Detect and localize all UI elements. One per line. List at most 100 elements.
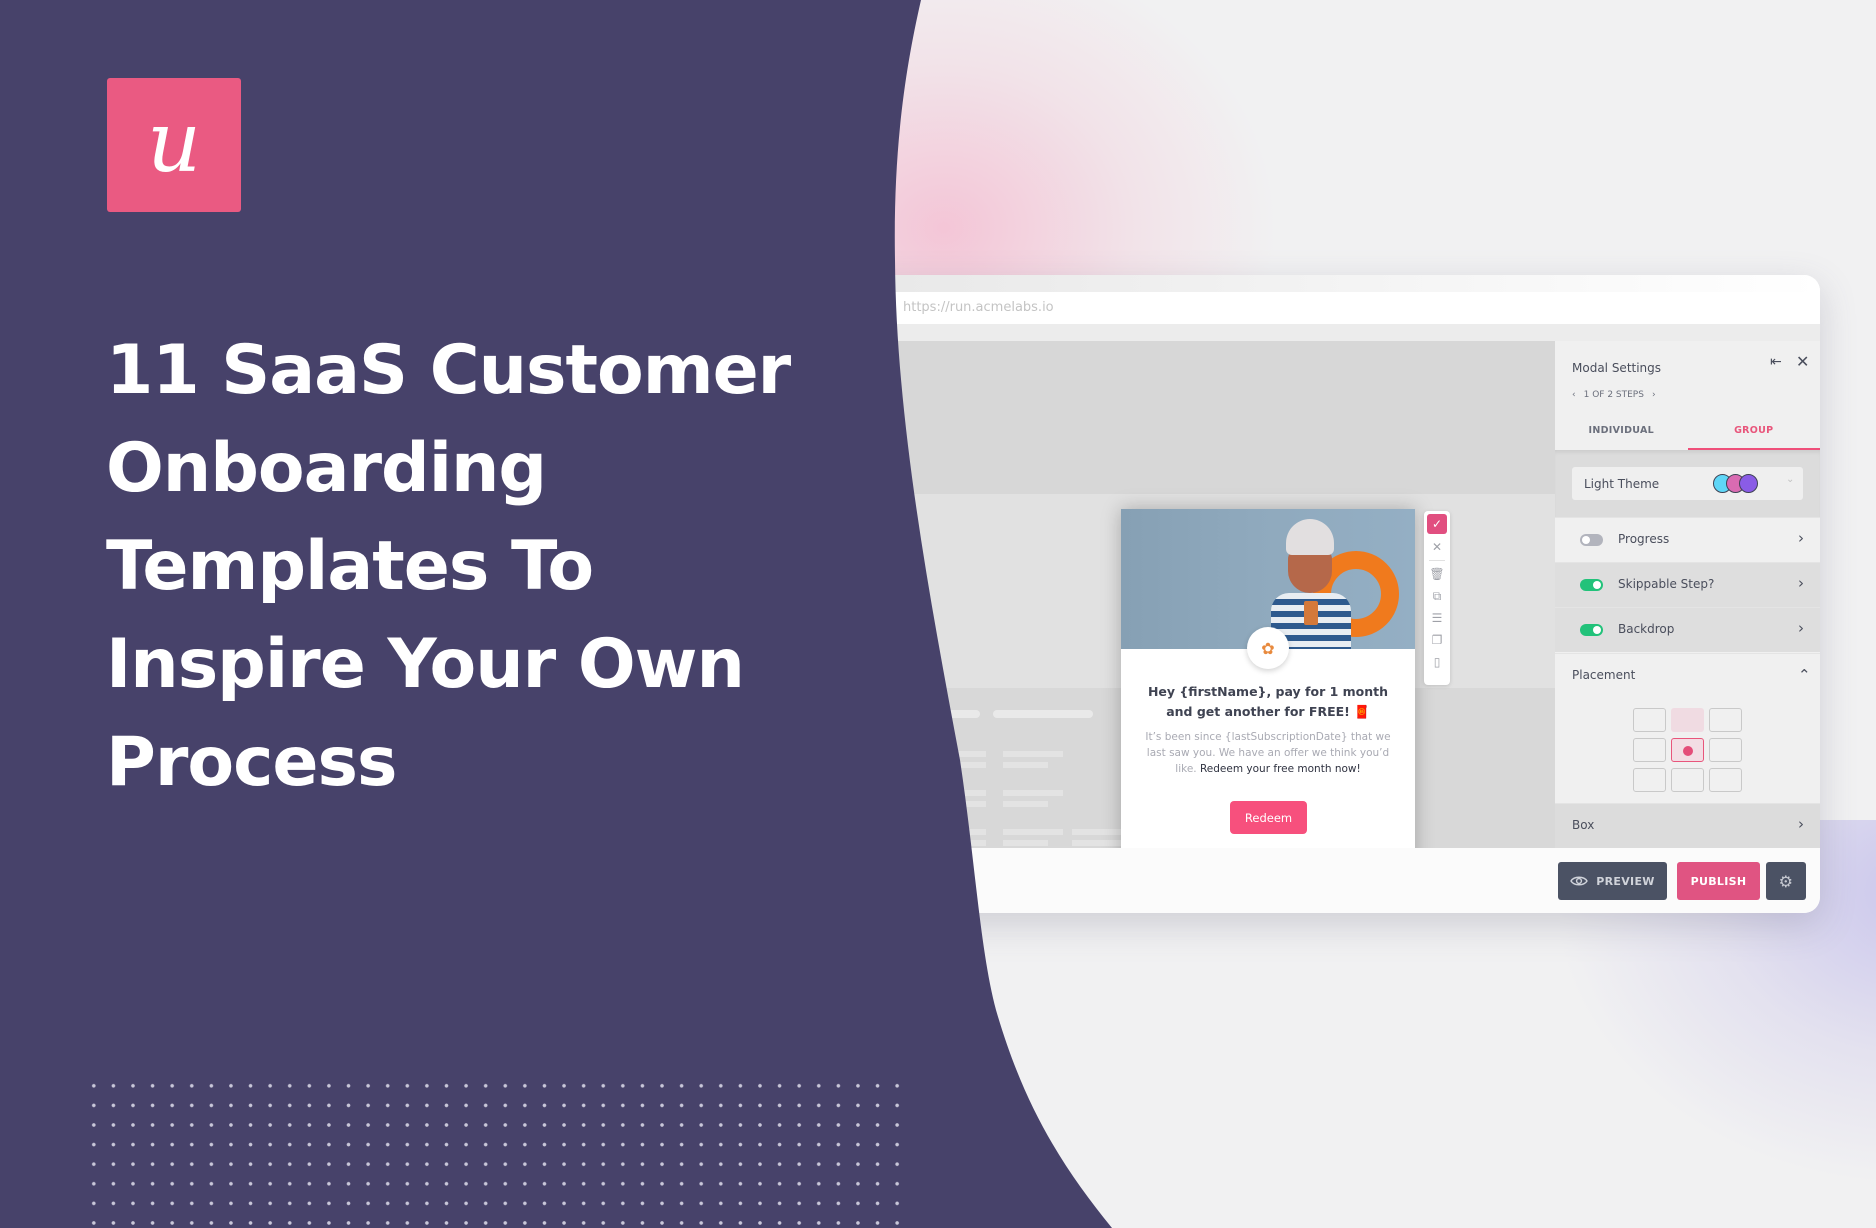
step-navigator: ‹ 1 OF 2 STEPS › bbox=[1572, 390, 1656, 400]
placement-middle-left[interactable] bbox=[1633, 738, 1666, 762]
modal-headline: Hey {firstName}, pay for 1 month and get… bbox=[1121, 682, 1415, 722]
placement-middle-center[interactable] bbox=[1671, 738, 1704, 762]
setting-row-skippable[interactable]: Skippable Step? › bbox=[1555, 562, 1820, 607]
editor-footer bbox=[860, 848, 1820, 913]
placement-top-right[interactable] bbox=[1709, 708, 1742, 732]
chevron-right-icon: › bbox=[1798, 529, 1804, 547]
chevron-right-icon[interactable]: › bbox=[1652, 390, 1656, 400]
theme-select-value: Light Theme bbox=[1584, 477, 1660, 491]
swim-cap-shape bbox=[1286, 519, 1334, 555]
placement-bottom-center[interactable] bbox=[1671, 768, 1704, 792]
progress-toggle[interactable] bbox=[1580, 534, 1603, 546]
title-line: Onboarding bbox=[106, 429, 547, 508]
box-label: Box bbox=[1572, 818, 1595, 832]
browser-toolbar bbox=[860, 324, 1820, 341]
theme-select[interactable]: Light Theme ⌄ bbox=[1572, 467, 1803, 500]
placement-top-left[interactable] bbox=[1633, 708, 1666, 732]
step-indicator: 1 OF 2 STEPS bbox=[1583, 390, 1644, 400]
placeholder-line bbox=[920, 762, 986, 768]
placeholder-bar bbox=[900, 710, 980, 718]
modal-headline-line: Hey {firstName}, pay for 1 month bbox=[1147, 684, 1389, 699]
tab-individual[interactable]: INDIVIDUAL bbox=[1555, 413, 1688, 450]
publish-button[interactable]: PUBLISH bbox=[1677, 862, 1760, 900]
close-icon[interactable]: ✕ bbox=[1796, 352, 1809, 371]
modal-body-emphasis: Redeem your free month now! bbox=[1199, 763, 1361, 775]
gift-confetti-icon: ✿ bbox=[1247, 627, 1289, 669]
placeholder-line bbox=[920, 829, 986, 835]
settings-button[interactable]: ⚙ bbox=[1766, 862, 1806, 900]
page-canvas: ✿ Hey {firstName}, pay for 1 month and g… bbox=[860, 341, 1555, 868]
placeholder-line bbox=[920, 801, 986, 807]
chevron-right-icon: › bbox=[1798, 815, 1804, 833]
placement-middle-right[interactable] bbox=[1709, 738, 1742, 762]
setting-label: Progress bbox=[1618, 532, 1670, 546]
trash-icon[interactable]: 🗑︎ bbox=[1427, 563, 1447, 585]
setting-row-backdrop[interactable]: Backdrop › bbox=[1555, 607, 1820, 652]
placeholder-line bbox=[1003, 829, 1063, 835]
placement-top-center[interactable] bbox=[1671, 708, 1704, 732]
toolbar-divider bbox=[1429, 560, 1445, 561]
skippable-toggle[interactable] bbox=[1580, 579, 1603, 591]
logo-letter: u bbox=[146, 93, 202, 191]
setting-row-progress[interactable]: Progress › bbox=[1555, 517, 1820, 562]
setting-label: Backdrop bbox=[1618, 622, 1675, 636]
panel-title: Modal Settings bbox=[1572, 361, 1662, 375]
duplicate-icon[interactable]: ⧉ bbox=[1427, 585, 1447, 607]
placement-bottom-left[interactable] bbox=[1633, 768, 1666, 792]
dot-pattern bbox=[84, 1076, 904, 1228]
settings-tabs: INDIVIDUAL GROUP bbox=[1555, 413, 1820, 450]
url-text: https://run.acmelabs.io bbox=[903, 300, 1054, 315]
placement-grid bbox=[1633, 708, 1742, 792]
placeholder-line bbox=[1003, 790, 1063, 796]
copy-icon[interactable]: ❐ bbox=[1427, 629, 1447, 651]
placeholder-line bbox=[1003, 840, 1048, 846]
modal-preview[interactable]: ✿ Hey {firstName}, pay for 1 month and g… bbox=[1121, 509, 1415, 868]
check-icon[interactable]: ✓ bbox=[1427, 514, 1447, 534]
tab-group[interactable]: GROUP bbox=[1687, 413, 1820, 450]
placeholder-line bbox=[920, 751, 986, 757]
browser-tab-bar bbox=[860, 275, 1820, 292]
preview-label: PREVIEW bbox=[1596, 874, 1655, 888]
title-line: Templates To bbox=[106, 527, 594, 606]
placeholder-hero bbox=[860, 341, 1555, 494]
modal-settings-panel: Modal Settings ⇤ ✕ ‹ 1 OF 2 STEPS › INDI… bbox=[1555, 341, 1820, 848]
chevron-right-icon: › bbox=[1798, 619, 1804, 637]
gear-icon: ⚙ bbox=[1778, 871, 1794, 891]
drink-cup-shape bbox=[1304, 601, 1318, 625]
setting-row-box[interactable]: Box › bbox=[1555, 803, 1820, 848]
collapse-panel-icon[interactable]: ⇤ bbox=[1770, 354, 1782, 370]
face-shape bbox=[1288, 549, 1332, 593]
placement-bottom-right[interactable] bbox=[1709, 768, 1742, 792]
chevron-up-icon: ⌃ bbox=[1798, 666, 1811, 684]
title-line: 11 SaaS Customer bbox=[106, 331, 791, 410]
modal-body-text: It’s been since {lastSubscriptionDate} t… bbox=[1135, 729, 1401, 777]
placeholder-line bbox=[920, 790, 986, 796]
browser-window: https://run.acmelabs.io ✿ Hey {firstName… bbox=[860, 275, 1820, 913]
preview-button[interactable]: PREVIEW bbox=[1558, 862, 1667, 900]
backdrop-toggle[interactable] bbox=[1580, 624, 1603, 636]
eye-icon bbox=[1570, 876, 1589, 886]
setting-label: Skippable Step? bbox=[1618, 577, 1715, 591]
placement-label: Placement bbox=[1572, 668, 1636, 682]
placeholder-bar bbox=[993, 710, 1093, 718]
placeholder-line bbox=[1003, 762, 1048, 768]
chevron-down-icon: ⌄ bbox=[1786, 474, 1795, 485]
close-icon[interactable]: ✕ bbox=[1427, 536, 1447, 558]
placeholder-line bbox=[920, 840, 986, 846]
title-line: Process bbox=[106, 723, 397, 802]
address-bar[interactable]: https://run.acmelabs.io bbox=[860, 292, 1820, 324]
userpilot-logo: u bbox=[107, 78, 241, 212]
theme-swatch bbox=[1739, 474, 1758, 493]
title-line: Inspire Your Own bbox=[106, 625, 745, 704]
bookmark-icon[interactable]: ▯ bbox=[1427, 651, 1447, 673]
page-title: 11 SaaS Customer Onboarding Templates To… bbox=[106, 322, 826, 812]
theme-section: Light Theme ⌄ bbox=[1555, 450, 1820, 517]
redeem-button[interactable]: Redeem bbox=[1230, 801, 1307, 834]
element-toolbar: ✓ ✕ 🗑︎ ⧉ ☰ ❐ ▯ bbox=[1424, 511, 1450, 685]
placement-header[interactable]: Placement ⌃ bbox=[1555, 653, 1820, 698]
chevron-left-icon[interactable]: ‹ bbox=[1572, 390, 1576, 400]
placeholder-line bbox=[1003, 751, 1063, 757]
chevron-right-icon: › bbox=[1798, 574, 1804, 592]
sliders-icon[interactable]: ☰ bbox=[1427, 607, 1447, 629]
placeholder-line bbox=[1003, 801, 1048, 807]
